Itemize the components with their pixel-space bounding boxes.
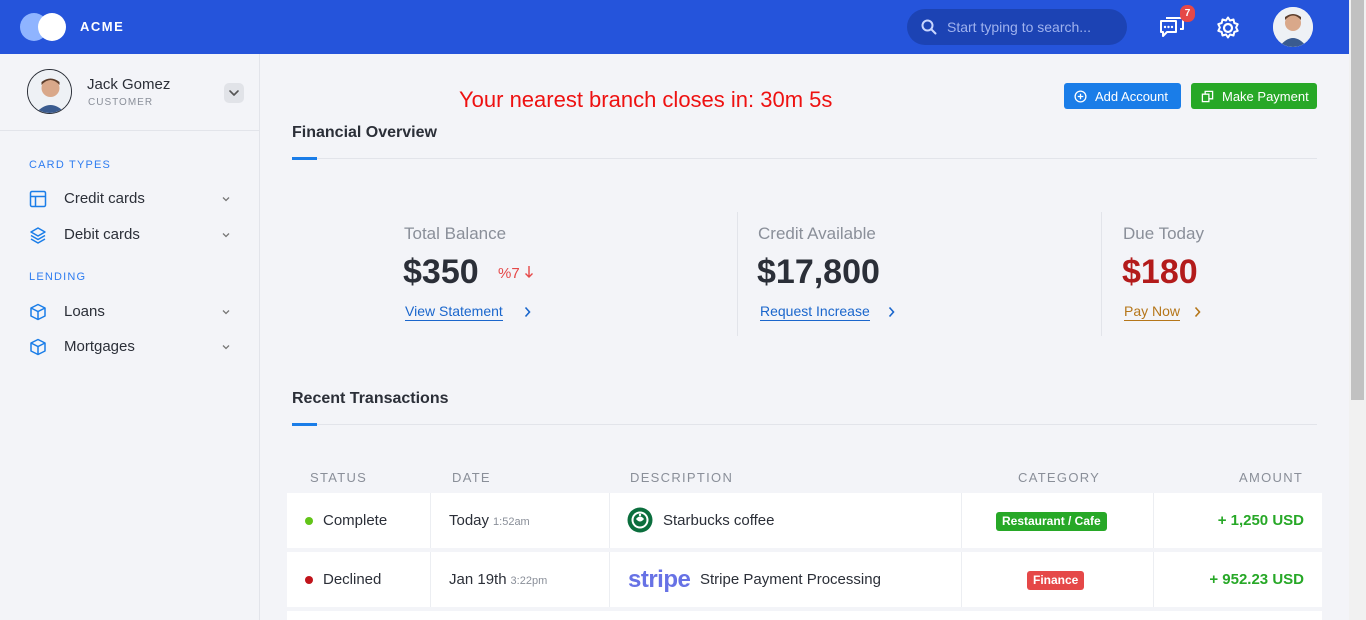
search-icon [921, 19, 937, 35]
column-header-amount[interactable]: AMOUNT [1239, 470, 1303, 485]
top-bar: ACME 7 [0, 0, 1349, 54]
request-increase-link[interactable]: Request Increase [760, 303, 870, 321]
balance-trend-value: %7 [498, 265, 520, 282]
sidebar-item-credit-cards[interactable]: Credit cards [29, 186, 239, 212]
amount-text: + 952.23 USD [1209, 571, 1304, 588]
amount-text: + 1,250 USD [1217, 512, 1304, 529]
total-balance-label: Total Balance [404, 224, 507, 243]
chevron-down-icon [229, 90, 239, 96]
logo-icon[interactable] [20, 13, 68, 41]
starbucks-logo-icon [627, 507, 653, 533]
svg-text:stripe: stripe [628, 566, 691, 593]
column-header-status[interactable]: STATUS [310, 470, 367, 485]
sidebar-item-label: Credit cards [64, 190, 145, 207]
sidebar: Jack Gomez CUSTOMER CARD TYPES Credit ca… [0, 54, 260, 620]
scrollbar-thumb[interactable] [1351, 0, 1364, 400]
recent-transactions-title: Recent Transactions [292, 390, 449, 407]
balance-trend: %7 [498, 265, 534, 282]
pay-now-link[interactable]: Pay Now [1124, 303, 1181, 321]
status-text: Declined [323, 571, 382, 588]
chevron-down-icon [222, 233, 230, 238]
credit-available-value: $17,800 [757, 253, 880, 291]
stat-divider [737, 212, 738, 336]
chevron-right-icon[interactable] [523, 306, 532, 318]
arrow-down-icon [524, 266, 533, 278]
date-text: Jan 19th 3:22pm [449, 571, 547, 588]
date-text: Today 1:52am [449, 512, 530, 529]
search-input[interactable] [947, 9, 1122, 45]
avatar[interactable] [27, 69, 72, 114]
credit-available-label: Credit Available [758, 224, 876, 243]
column-header-category[interactable]: CATEGORY [1018, 470, 1100, 485]
section-card-types: CARD TYPES [29, 159, 112, 171]
date-time: 1:52am [493, 516, 530, 528]
box-icon [30, 303, 46, 321]
category-badge: Finance [1027, 571, 1085, 590]
divider [317, 424, 1317, 425]
branch-countdown: Your nearest branch closes in: 30m 5s [459, 87, 833, 112]
copy-icon [1201, 90, 1214, 102]
view-statement-link[interactable]: View Statement [405, 303, 503, 321]
total-balance-value: $350 [403, 253, 479, 291]
sidebar-item-loans[interactable]: Loans [29, 299, 239, 325]
chevron-down-icon [222, 197, 230, 202]
financial-overview-title: Financial Overview [292, 124, 437, 141]
chevron-right-icon[interactable] [887, 306, 896, 318]
date-day: Today [449, 512, 490, 529]
user-name: Jack Gomez [87, 76, 171, 93]
chevron-right-icon[interactable] [1193, 306, 1202, 318]
add-account-button[interactable]: Add Account [1064, 83, 1181, 109]
user-role: CUSTOMER [88, 97, 154, 108]
description-text: Starbucks coffee [663, 512, 775, 529]
table-row[interactable] [287, 611, 1322, 620]
column-header-date[interactable]: DATE [452, 470, 491, 485]
due-today-label: Due Today [1123, 224, 1204, 243]
box-icon [30, 338, 46, 356]
stripe-logo-icon: stripe [628, 566, 691, 593]
sidebar-item-label: Loans [64, 303, 105, 320]
add-account-label: Add Account [1095, 88, 1168, 104]
plus-circle-icon [1074, 89, 1087, 103]
table-row[interactable]: Complete Today 1:52am Starbucks coffee Re… [287, 493, 1322, 548]
brand-name: ACME [80, 19, 125, 34]
date-day: Jan 19th [449, 571, 507, 588]
make-payment-label: Make Payment [1222, 88, 1309, 104]
title-underline [292, 157, 317, 160]
status-dot [305, 517, 313, 525]
user-profile: Jack Gomez CUSTOMER [0, 54, 259, 131]
sidebar-item-label: Mortgages [64, 338, 135, 355]
table-icon [29, 190, 47, 208]
profile-dropdown-button[interactable] [224, 83, 244, 103]
search-box[interactable] [907, 9, 1127, 45]
column-header-description[interactable]: DESCRIPTION [630, 470, 733, 485]
status-dot [305, 576, 313, 584]
sidebar-item-debit-cards[interactable]: Debit cards [29, 222, 239, 248]
chevron-down-icon [222, 345, 230, 350]
description-text: Stripe Payment Processing [700, 571, 881, 588]
section-lending: LENDING [29, 271, 87, 283]
category-badge: Restaurant / Cafe [996, 512, 1107, 531]
stat-divider [1101, 212, 1102, 336]
chevron-down-icon [222, 310, 230, 315]
table-row[interactable]: Declined Jan 19th 3:22pm stripe Stripe Pa… [287, 552, 1322, 607]
due-today-value: $180 [1122, 253, 1198, 291]
gear-icon[interactable] [1215, 15, 1241, 41]
avatar[interactable] [1273, 7, 1313, 47]
status-text: Complete [323, 512, 388, 529]
make-payment-button[interactable]: Make Payment [1191, 83, 1317, 109]
sidebar-item-label: Debit cards [64, 226, 140, 243]
layers-icon [30, 227, 46, 244]
title-underline [292, 423, 317, 426]
sidebar-item-mortgages[interactable]: Mortgages [29, 334, 239, 360]
date-time: 3:22pm [510, 575, 548, 587]
notification-badge: 7 [1180, 5, 1195, 22]
divider [317, 158, 1317, 159]
